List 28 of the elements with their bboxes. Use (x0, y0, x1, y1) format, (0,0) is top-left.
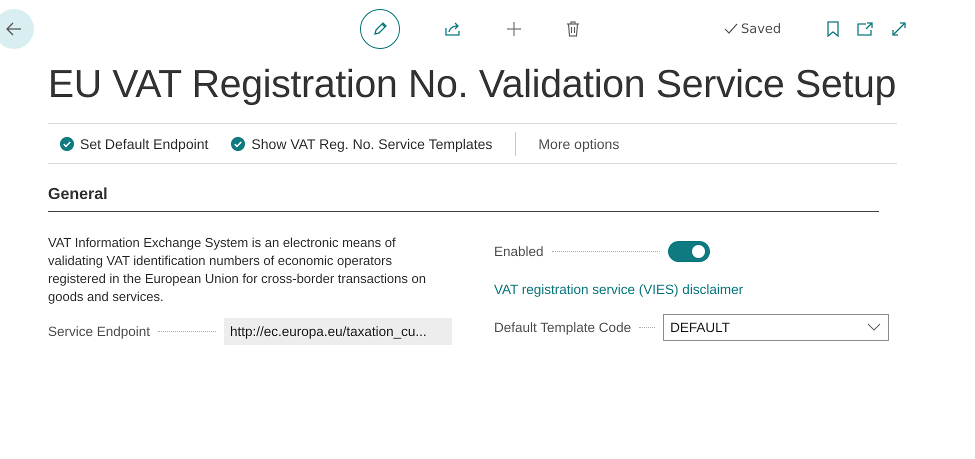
more-options-button[interactable]: More options (538, 136, 620, 152)
back-button[interactable] (0, 9, 34, 49)
template-dropdown[interactable]: DEFAULT (663, 314, 890, 340)
saved-status: Saved (741, 22, 782, 36)
section-heading: General (48, 186, 879, 212)
action-button[interactable]: Show VAT Reg. No. Service Templates (231, 136, 492, 152)
field-label: Default Template Code (494, 320, 632, 334)
check-circle-icon (60, 136, 74, 150)
plus-icon[interactable] (506, 21, 522, 37)
field-label: Service Endpoint (48, 324, 150, 338)
description-text: VAT Information Exchange System is an electronic means of validating VAT identification numbers of economic operators registered in the European Union for cross-border transactions on goods and services. (48, 234, 427, 306)
pencil-icon (372, 21, 388, 37)
expand-icon[interactable] (891, 21, 908, 37)
action-button[interactable]: Set Default Endpoint (60, 136, 208, 152)
share-icon[interactable] (444, 21, 462, 37)
popout-icon[interactable] (857, 22, 874, 36)
disclaimer-link[interactable]: VAT registration service (VIES) disclaimer (494, 282, 744, 296)
toggle-switch[interactable] (668, 240, 710, 262)
page-title: EU VAT Registration No. Validation Service Setup (48, 63, 897, 107)
endpoint-field: http://ec.europa.eu/taxation_cu... (224, 318, 452, 344)
check-circle-icon (231, 136, 246, 150)
edit-button[interactable] (360, 9, 400, 49)
back-arrow-icon (6, 22, 22, 36)
chevron-down-icon (867, 323, 882, 331)
bookmark-icon[interactable] (827, 21, 840, 37)
checkmark-icon (724, 23, 738, 35)
trash-icon[interactable] (566, 21, 580, 37)
field-label: Enabled (494, 244, 544, 258)
